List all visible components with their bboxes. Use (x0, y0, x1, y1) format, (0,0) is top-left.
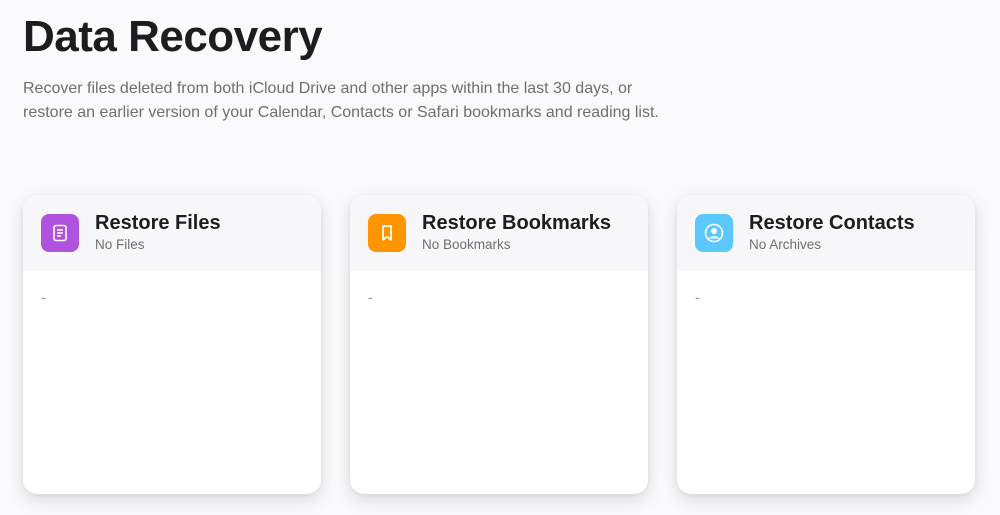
card-subtitle: No Archives (749, 237, 822, 252)
restore-contacts-card[interactable]: Restore Contacts No Archives - (677, 195, 975, 494)
card-header[interactable]: Restore Contacts No Archives (677, 195, 975, 271)
card-title: Restore Bookmarks (422, 212, 611, 234)
card-header[interactable]: Restore Files No Files (23, 195, 321, 271)
restore-files-card[interactable]: Restore Files No Files - (23, 195, 321, 494)
page-description: Recover files deleted from both iCloud D… (23, 80, 659, 121)
empty-placeholder: - (368, 289, 373, 305)
bookmark-icon (368, 214, 406, 252)
card-header[interactable]: Restore Bookmarks No Bookmarks (350, 195, 648, 271)
empty-placeholder: - (695, 289, 700, 305)
restore-bookmarks-card[interactable]: Restore Bookmarks No Bookmarks - (350, 195, 648, 494)
card-title: Restore Files (95, 212, 221, 234)
card-title: Restore Contacts (749, 212, 915, 234)
card-body: - (350, 271, 648, 494)
card-subtitle: No Files (95, 237, 145, 252)
card-body: - (677, 271, 975, 494)
card-body: - (23, 271, 321, 494)
page-title: Data Recovery (23, 12, 323, 61)
document-icon (41, 214, 79, 252)
contact-icon (695, 214, 733, 252)
card-subtitle: No Bookmarks (422, 237, 511, 252)
empty-placeholder: - (41, 289, 46, 305)
